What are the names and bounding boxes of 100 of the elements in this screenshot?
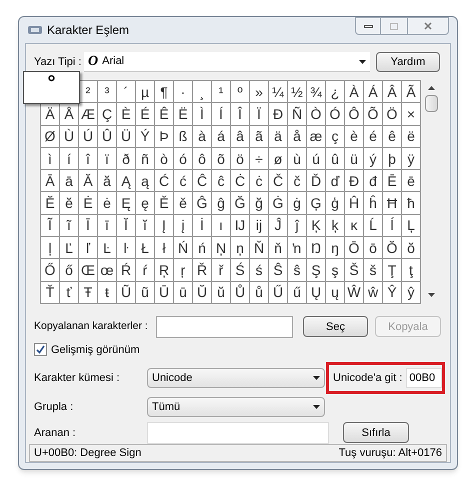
- character-cell[interactable]: Š: [345, 259, 364, 282]
- character-cell[interactable]: ð: [117, 148, 136, 170]
- character-cell[interactable]: õ: [212, 148, 231, 170]
- character-cell[interactable]: Ğ: [231, 192, 250, 215]
- character-cell[interactable]: Ŭ: [193, 282, 212, 304]
- character-cell[interactable]: Õ: [364, 103, 383, 126]
- character-cell[interactable]: Ē: [383, 170, 402, 192]
- character-cell[interactable]: ú: [307, 148, 326, 170]
- character-cell[interactable]: ł: [155, 237, 174, 260]
- character-cell[interactable]: ì: [41, 148, 60, 170]
- character-cell[interactable]: ť: [60, 282, 79, 304]
- character-cell[interactable]: ŀ: [117, 237, 136, 260]
- reset-button[interactable]: Sıfırla: [343, 422, 409, 444]
- character-cell[interactable]: »: [250, 81, 269, 104]
- character-cell[interactable]: ÷: [250, 148, 269, 170]
- character-cell[interactable]: š: [364, 259, 383, 282]
- character-cell[interactable]: ű: [288, 282, 307, 304]
- character-cell[interactable]: Ľ: [60, 237, 79, 260]
- character-cell[interactable]: ň: [269, 237, 288, 260]
- character-cell[interactable]: º: [231, 81, 250, 104]
- character-cell[interactable]: ¹: [212, 81, 231, 104]
- character-cell[interactable]: Ĝ: [193, 192, 212, 215]
- character-cell[interactable]: Ň: [250, 237, 269, 260]
- character-cell[interactable]: Ĺ: [364, 214, 383, 238]
- character-cell[interactable]: ĺ: [383, 214, 402, 238]
- character-cell[interactable]: Ï: [250, 103, 269, 126]
- search-field[interactable]: [147, 422, 329, 444]
- character-cell[interactable]: Ī: [79, 214, 98, 238]
- character-cell[interactable]: å: [288, 126, 307, 148]
- character-cell[interactable]: Ŷ: [383, 282, 402, 304]
- character-cell[interactable]: Ĉ: [193, 170, 212, 192]
- close-button[interactable]: [407, 17, 449, 35]
- character-cell[interactable]: Ď: [307, 170, 326, 192]
- character-cell[interactable]: İ: [193, 214, 212, 238]
- character-cell[interactable]: µ: [136, 81, 155, 104]
- character-cell[interactable]: Ô: [345, 103, 364, 126]
- character-cell[interactable]: ř: [212, 259, 231, 282]
- character-cell[interactable]: ŏ: [402, 237, 421, 260]
- character-cell[interactable]: ś: [250, 259, 269, 282]
- character-cell[interactable]: Ŕ: [117, 259, 136, 282]
- character-cell[interactable]: ė: [98, 192, 117, 215]
- character-cell[interactable]: į: [174, 214, 193, 238]
- character-cell[interactable]: Ņ: [212, 237, 231, 260]
- character-cell[interactable]: ¶: [155, 81, 174, 104]
- character-cell[interactable]: ŝ: [288, 259, 307, 282]
- character-cell[interactable]: Ų: [307, 282, 326, 304]
- character-cell[interactable]: œ: [98, 259, 117, 282]
- character-cell[interactable]: î: [79, 148, 98, 170]
- character-cell[interactable]: ō: [364, 237, 383, 260]
- character-cell[interactable]: Ū: [155, 282, 174, 304]
- character-cell[interactable]: ï: [98, 148, 117, 170]
- character-cell[interactable]: ķ: [326, 214, 345, 238]
- character-cell[interactable]: ŭ: [212, 282, 231, 304]
- character-cell[interactable]: ³: [98, 81, 117, 104]
- character-cell[interactable]: ô: [193, 148, 212, 170]
- character-cell[interactable]: È: [117, 103, 136, 126]
- character-cell[interactable]: č: [288, 170, 307, 192]
- character-cell[interactable]: ĉ: [212, 170, 231, 192]
- character-cell[interactable]: Á: [364, 81, 383, 104]
- character-cell[interactable]: ī: [98, 214, 117, 238]
- character-cell[interactable]: ½: [288, 81, 307, 104]
- character-cell[interactable]: ŕ: [136, 259, 155, 282]
- character-cell[interactable]: ë: [402, 126, 421, 148]
- character-cell[interactable]: ĸ: [345, 214, 364, 238]
- character-cell[interactable]: ć: [174, 170, 193, 192]
- character-cell[interactable]: Ĵ: [269, 214, 288, 238]
- character-cell[interactable]: Ř: [193, 259, 212, 282]
- character-cell[interactable]: đ: [364, 170, 383, 192]
- character-cell[interactable]: Ũ: [117, 282, 136, 304]
- character-cell[interactable]: ŉ: [288, 237, 307, 260]
- character-cell[interactable]: ū: [174, 282, 193, 304]
- character-cell[interactable]: Ġ: [269, 192, 288, 215]
- character-cell[interactable]: ă: [98, 170, 117, 192]
- character-cell[interactable]: ċ: [250, 170, 269, 192]
- character-cell[interactable]: ¿: [326, 81, 345, 104]
- character-cell[interactable]: Ŵ: [345, 282, 364, 304]
- character-cell[interactable]: ê: [383, 126, 402, 148]
- character-cell[interactable]: Ģ: [307, 192, 326, 215]
- character-cell[interactable]: ö: [231, 148, 250, 170]
- character-cell[interactable]: ē: [402, 170, 421, 192]
- character-cell[interactable]: Ę: [117, 192, 136, 215]
- character-cell[interactable]: ŷ: [402, 282, 421, 304]
- character-cell[interactable]: í: [60, 148, 79, 170]
- select-button[interactable]: Seç: [303, 316, 368, 338]
- character-cell[interactable]: Ķ: [307, 214, 326, 238]
- character-cell[interactable]: Ą: [117, 170, 136, 192]
- character-cell[interactable]: ý: [364, 148, 383, 170]
- character-cell[interactable]: ı: [212, 214, 231, 238]
- character-cell[interactable]: Ø: [41, 126, 60, 148]
- character-cell[interactable]: Æ: [79, 103, 98, 126]
- character-cell[interactable]: þ: [383, 148, 402, 170]
- character-cell[interactable]: á: [212, 126, 231, 148]
- character-cell[interactable]: Ã: [402, 81, 421, 104]
- character-cell[interactable]: Ā: [41, 170, 60, 192]
- character-cell[interactable]: é: [364, 126, 383, 148]
- character-cell[interactable]: ĕ: [60, 192, 79, 215]
- character-cell[interactable]: ń: [193, 237, 212, 260]
- character-cell[interactable]: Í: [212, 103, 231, 126]
- character-cell[interactable]: ġ: [288, 192, 307, 215]
- character-cell[interactable]: Ý: [136, 126, 155, 148]
